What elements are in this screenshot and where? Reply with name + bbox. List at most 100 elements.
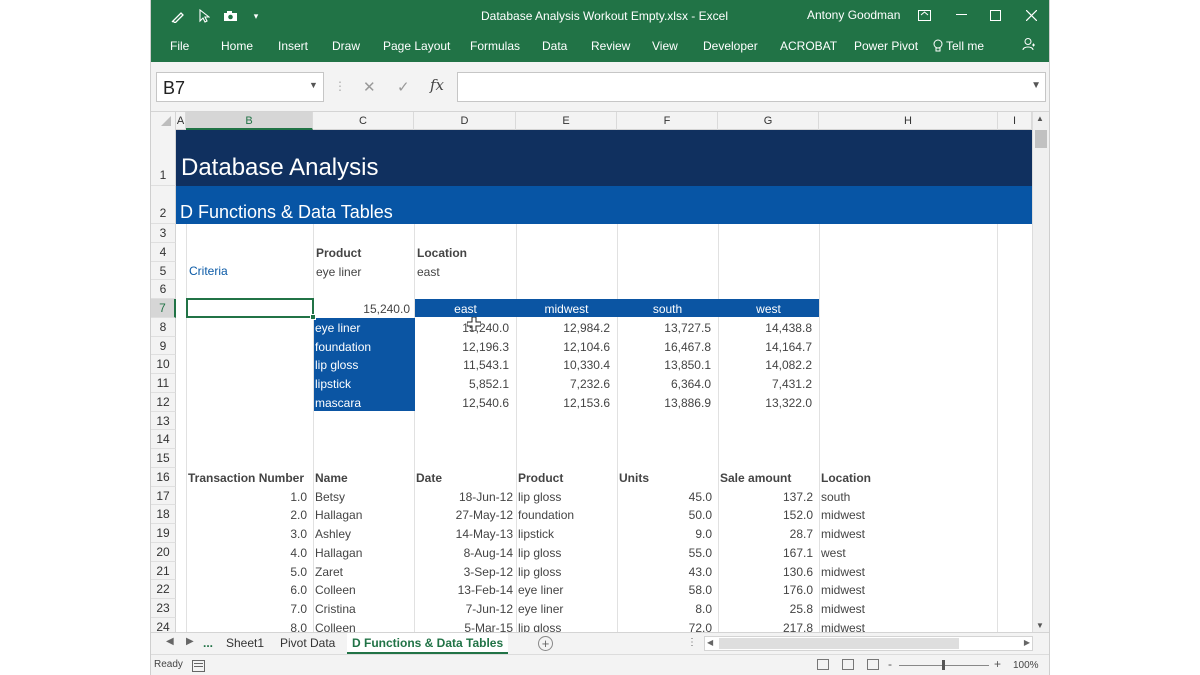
row-header[interactable]: 4 (151, 243, 176, 262)
txn-location[interactable]: west (821, 544, 846, 562)
sheet-tab-d-functions[interactable]: D Functions & Data Tables (347, 633, 509, 654)
data-table-cell[interactable]: 11,543.1 (415, 356, 509, 374)
txn-product[interactable]: eye liner (518, 581, 563, 599)
txn-product[interactable]: foundation (518, 506, 574, 524)
worksheet-grid[interactable]: A B C D E F G H I 1 2 3 4 5 6 7 8 9 10 1… (151, 112, 1049, 632)
txn-date[interactable]: 8-Aug-14 (414, 544, 513, 562)
criteria-header-product[interactable]: Product (316, 244, 361, 262)
data-table-row-header[interactable]: eye liner (315, 319, 360, 337)
pen-icon[interactable] (169, 7, 187, 25)
txn-number[interactable]: 7.0 (186, 600, 307, 618)
data-table-row-header[interactable]: lipstick (315, 375, 351, 393)
customize-icon[interactable]: ▾ (247, 7, 265, 25)
row-header[interactable]: 1 (151, 130, 176, 186)
data-table-cell[interactable]: 15,240.0 (415, 319, 509, 337)
tab-data[interactable]: Data (542, 39, 567, 53)
data-table-cell[interactable]: 14,082.2 (718, 356, 812, 374)
normal-view-icon[interactable] (817, 659, 829, 670)
row-header[interactable]: 20 (151, 543, 176, 562)
txn-units[interactable]: 45.0 (617, 488, 712, 506)
txn-name[interactable]: Betsy (315, 488, 345, 506)
data-table-cell[interactable]: 12,104.6 (516, 338, 610, 356)
vertical-scrollbar[interactable]: ▲ ▼ (1032, 112, 1049, 632)
transactions-header[interactable]: Name (315, 469, 348, 487)
column-header-d[interactable]: D (414, 112, 516, 130)
criteria-value-location[interactable]: east (417, 263, 440, 281)
data-table-cell[interactable]: 10,330.4 (516, 356, 610, 374)
data-table-cell[interactable]: 12,196.3 (415, 338, 509, 356)
minimize-icon[interactable] (946, 4, 976, 26)
tab-view[interactable]: View (652, 39, 678, 53)
scroll-thumb[interactable] (1035, 130, 1047, 148)
txn-name[interactable]: Hallagan (315, 544, 362, 562)
txn-product[interactable]: lip gloss (518, 563, 561, 581)
scroll-right-icon[interactable]: ▶ (1024, 638, 1030, 647)
fill-handle[interactable] (310, 314, 316, 320)
row-header[interactable]: 11 (151, 374, 176, 393)
chevron-down-icon[interactable]: ▼ (309, 80, 318, 90)
txn-date[interactable]: 14-May-13 (414, 525, 513, 543)
expand-formula-icon[interactable]: ▼ (1031, 80, 1041, 91)
data-table-cell[interactable]: 13,850.1 (617, 356, 711, 374)
page-break-view-icon[interactable] (867, 659, 879, 670)
data-table-row-header[interactable]: foundation (315, 338, 371, 356)
data-table-cell[interactable]: 14,438.8 (718, 319, 812, 337)
transactions-header[interactable]: Transaction Number (188, 469, 304, 487)
txn-location[interactable]: midwest (821, 619, 865, 632)
data-table-cell[interactable]: 14,164.7 (718, 338, 812, 356)
tab-file[interactable]: File (170, 39, 189, 53)
row-header[interactable]: 19 (151, 524, 176, 543)
txn-units[interactable]: 50.0 (617, 506, 712, 524)
drag-handle-icon[interactable]: ⋮ (687, 637, 697, 648)
criteria-value-product[interactable]: eye liner (316, 263, 361, 281)
txn-date[interactable]: 18-Jun-12 (414, 488, 513, 506)
pointer-icon[interactable] (195, 7, 213, 25)
close-icon[interactable] (1016, 4, 1046, 26)
txn-sale[interactable]: 25.8 (718, 600, 813, 618)
name-box[interactable]: B7 (156, 72, 324, 102)
next-sheet-icon[interactable]: ▶ (186, 636, 194, 647)
data-table-col-header[interactable]: midwest (516, 300, 617, 318)
scroll-down-icon[interactable]: ▼ (1036, 621, 1044, 630)
camera-icon[interactable] (221, 7, 239, 25)
txn-number[interactable]: 5.0 (186, 563, 307, 581)
transactions-header[interactable]: Sale amount (720, 469, 791, 487)
data-table-cell[interactable]: 13,322.0 (718, 394, 812, 412)
transactions-header[interactable]: Units (619, 469, 649, 487)
data-table-row-header[interactable]: lip gloss (315, 356, 358, 374)
txn-product[interactable]: lip gloss (518, 544, 561, 562)
data-table-cell[interactable]: 7,431.2 (718, 375, 812, 393)
row-header[interactable]: 23 (151, 599, 176, 618)
criteria-header-location[interactable]: Location (417, 244, 467, 262)
column-header-b[interactable]: B (186, 112, 313, 130)
scroll-left-icon[interactable]: ◀ (707, 638, 713, 647)
insert-function-button[interactable]: fx (430, 76, 444, 94)
txn-location[interactable]: midwest (821, 525, 865, 543)
data-table-cell[interactable]: 16,467.8 (617, 338, 711, 356)
txn-name[interactable]: Colleen (315, 619, 356, 632)
row-header[interactable]: 15 (151, 449, 176, 468)
row-header[interactable]: 24 (151, 618, 176, 632)
dsum-result[interactable]: 15,240.0 (314, 300, 410, 318)
more-sheets-button[interactable]: ... (203, 633, 213, 654)
add-sheet-icon[interactable]: + (538, 636, 553, 651)
row-header[interactable]: 5 (151, 262, 176, 280)
zoom-slider-thumb[interactable] (942, 660, 945, 670)
txn-date[interactable]: 7-Jun-12 (414, 600, 513, 618)
tab-page-layout[interactable]: Page Layout (383, 39, 450, 53)
scroll-thumb[interactable] (719, 638, 959, 649)
txn-sale[interactable]: 152.0 (718, 506, 813, 524)
tab-review[interactable]: Review (591, 39, 630, 53)
row-header[interactable]: 6 (151, 280, 176, 299)
formula-input[interactable]: ▼ (457, 72, 1046, 102)
txn-date[interactable]: 5-Mar-15 (414, 619, 513, 632)
transactions-header[interactable]: Location (821, 469, 871, 487)
txn-sale[interactable]: 176.0 (718, 581, 813, 599)
txn-units[interactable]: 9.0 (617, 525, 712, 543)
enter-icon[interactable]: ✓ (397, 78, 410, 96)
data-table-cell[interactable]: 13,886.9 (617, 394, 711, 412)
txn-units[interactable]: 8.0 (617, 600, 712, 618)
row-header[interactable]: 2 (151, 186, 176, 224)
transactions-header[interactable]: Date (416, 469, 442, 487)
txn-name[interactable]: Cristina (315, 600, 356, 618)
